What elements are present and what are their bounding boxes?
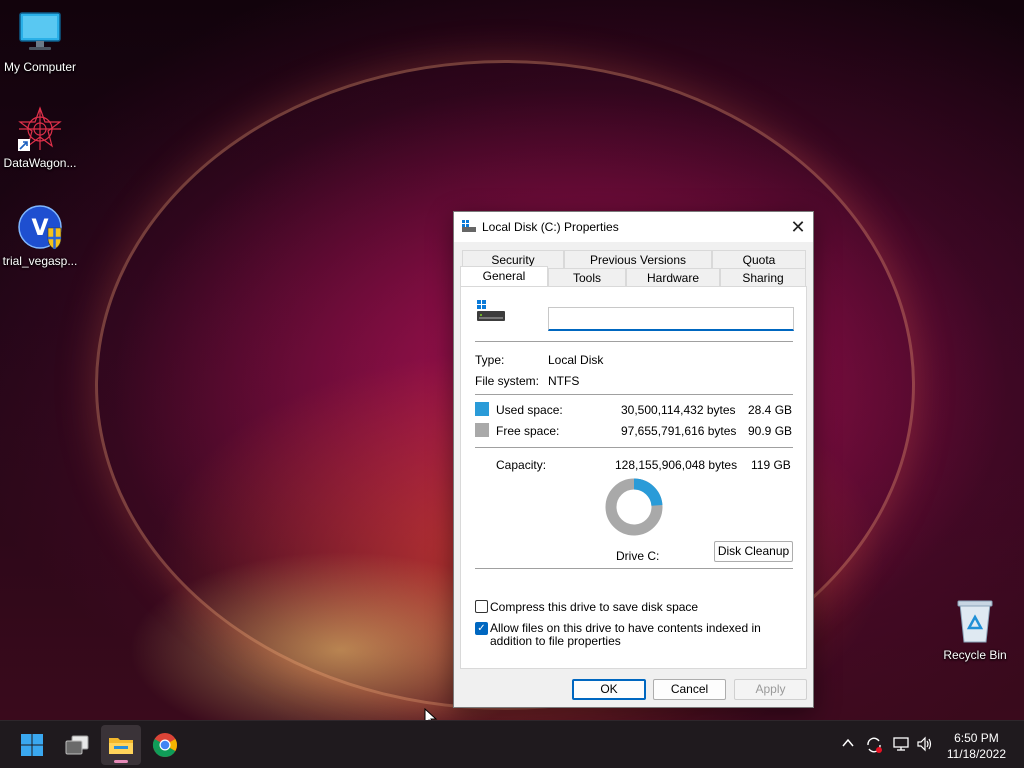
ok-button[interactable]: OK — [572, 679, 646, 700]
active-app-indicator — [114, 760, 128, 763]
taskbar: 6:50 PM 11/18/2022 — [0, 720, 1024, 768]
clock-time: 6:50 PM — [954, 731, 999, 745]
chevron-up-icon[interactable] — [841, 736, 855, 753]
compress-checkbox[interactable] — [475, 600, 488, 613]
clock-date: 11/18/2022 — [946, 747, 1006, 761]
volume-icon[interactable] — [916, 736, 934, 755]
vegas-logo-icon: V — [17, 204, 63, 250]
sync-icon[interactable] — [865, 736, 883, 757]
datawagon-logo-icon — [17, 106, 63, 152]
dialog-title: Local Disk (C:) Properties — [482, 220, 619, 234]
dialog-titlebar[interactable]: Local Disk (C:) Properties ✕ — [454, 212, 813, 242]
divider — [475, 447, 793, 448]
type-label: Type: — [475, 353, 505, 367]
used-space-gb: 28.4 GB — [748, 403, 793, 417]
disk-cleanup-button[interactable]: Disk Cleanup — [714, 541, 793, 562]
desktop-icon-my-computer[interactable]: My Computer — [0, 10, 80, 74]
start-icon[interactable] — [12, 725, 52, 765]
divider — [475, 394, 793, 395]
used-space-label: Used space: — [496, 403, 563, 417]
file-explorer-icon[interactable] — [101, 725, 141, 765]
file-system-value: NTFS — [548, 374, 580, 388]
desktop-icon-datawagon[interactable]: DataWagon... — [0, 106, 80, 170]
tab-hardware[interactable]: Hardware — [626, 268, 720, 286]
tab-previous-versions[interactable]: Previous Versions — [564, 250, 712, 268]
taskbar-clock[interactable]: 6:50 PM 11/18/2022 — [947, 730, 1006, 762]
monitor-icon — [17, 10, 63, 56]
cancel-button[interactable]: Cancel — [653, 679, 726, 700]
capacity-label: Capacity: — [496, 458, 547, 472]
divider — [475, 568, 793, 569]
desktop-icon-label: DataWagon... — [3, 156, 77, 170]
drive-label: Drive C: — [616, 549, 660, 563]
index-checkbox[interactable]: ✓ — [475, 622, 488, 635]
general-tab-panel: Type: Local Disk File system: NTFS Used … — [460, 286, 807, 669]
close-icon[interactable]: ✕ — [783, 212, 813, 242]
desktop-icon-label: Recycle Bin — [943, 648, 1007, 662]
apply-button[interactable]: Apply — [734, 679, 807, 700]
type-value: Local Disk — [548, 353, 604, 367]
tab-tools[interactable]: Tools — [548, 268, 626, 286]
index-label: Allow files on this drive to have conten… — [490, 621, 761, 648]
desktop-icon-recycle-bin[interactable]: Recycle Bin — [935, 598, 1015, 662]
network-icon[interactable] — [892, 736, 910, 755]
free-space-bytes: 97,655,791,616 bytes — [621, 424, 737, 438]
disk-usage-donut — [605, 478, 663, 536]
used-space-bytes: 30,500,114,432 bytes — [621, 403, 736, 417]
drive-name-field[interactable] — [548, 307, 794, 331]
tab-quota[interactable]: Quota — [712, 250, 806, 268]
file-system-label: File system: — [475, 374, 540, 388]
properties-dialog: Local Disk (C:) Properties ✕ Security Pr… — [453, 211, 814, 708]
local-disk-icon — [475, 300, 505, 329]
free-space-label: Free space: — [496, 424, 560, 438]
capacity-gb: 119 GB — [751, 458, 791, 472]
desktop-icon-vegas[interactable]: V trial_vegasp... — [0, 204, 80, 268]
compress-label: Compress this drive to save disk space — [490, 600, 699, 614]
free-space-swatch — [475, 423, 489, 437]
chrome-icon[interactable] — [145, 725, 185, 765]
recycle-bin-icon — [952, 598, 998, 644]
task-view-icon[interactable] — [57, 725, 97, 765]
desktop-icon-label: My Computer — [3, 60, 77, 74]
capacity-bytes: 128,155,906,048 bytes — [615, 458, 738, 472]
desktop-icon-label: trial_vegasp... — [2, 254, 78, 268]
tab-general[interactable]: General — [460, 266, 548, 286]
used-space-swatch — [475, 402, 489, 416]
drive-icon — [462, 219, 476, 235]
svg-text:V: V — [31, 216, 48, 241]
tab-sharing[interactable]: Sharing — [720, 268, 806, 286]
free-space-gb: 90.9 GB — [748, 424, 793, 438]
divider — [475, 341, 793, 342]
